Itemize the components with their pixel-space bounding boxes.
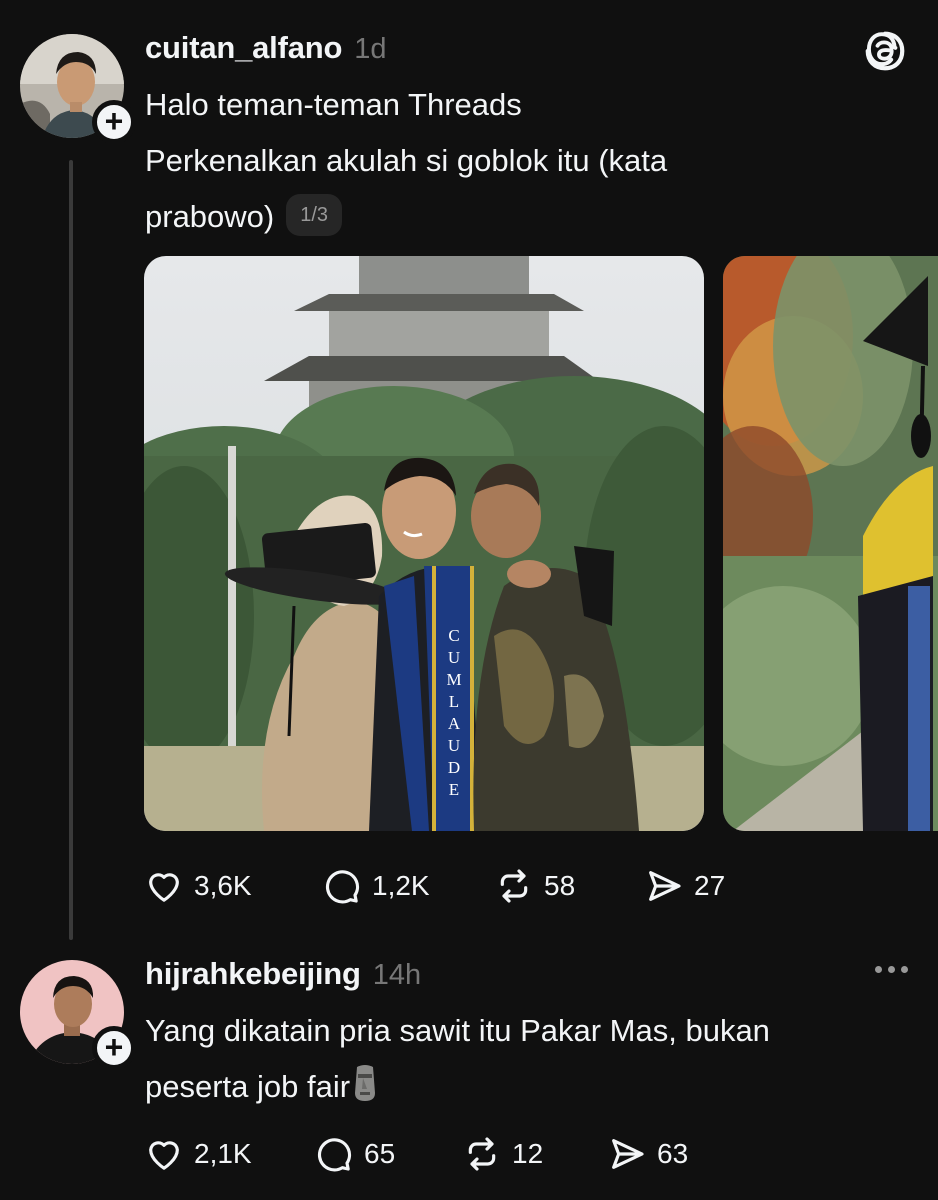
- repost-count: 12: [512, 1138, 544, 1169]
- post-text-line-last: peserta job fair: [145, 1059, 905, 1115]
- repost-button[interactable]: 58: [494, 866, 644, 906]
- share-count: 63: [657, 1138, 689, 1169]
- like-button[interactable]: 2,1K: [144, 1134, 314, 1174]
- paper-plane-icon: [612, 1139, 644, 1169]
- action-bar: 2,1K 65 12 63: [144, 1134, 688, 1174]
- avatar-container[interactable]: +: [20, 960, 136, 1070]
- speech-bubble-icon: [317, 1138, 352, 1172]
- post-header: hijrahkebeijing 14h: [145, 956, 421, 992]
- post-text-line: Yang dikatain pria sawit itu Pakar Mas, …: [145, 1013, 770, 1048]
- repost-arrows-icon: [468, 1137, 496, 1171]
- plus-icon: +: [104, 102, 124, 139]
- share-button[interactable]: 27: [644, 866, 725, 906]
- paper-plane-icon: [649, 871, 681, 901]
- avatar-container[interactable]: +: [20, 34, 136, 144]
- post-text: Yang dikatain pria sawit itu Pakar Mas, …: [145, 1003, 905, 1115]
- follow-button[interactable]: +: [92, 100, 136, 144]
- follow-button[interactable]: +: [92, 1026, 136, 1070]
- thread-post: + cuitan_alfano 1d Halo teman-teman Thre…: [0, 0, 938, 940]
- speech-bubble-icon: [325, 870, 360, 904]
- share-button[interactable]: 63: [607, 1134, 688, 1174]
- post-header: cuitan_alfano 1d: [145, 30, 387, 66]
- post-text-line: peserta job fair: [145, 1069, 351, 1104]
- carousel-image[interactable]: CUMLAUDE: [144, 256, 704, 831]
- post-text-line-last: prabowo) 1/3: [145, 189, 905, 245]
- repost-button[interactable]: 12: [462, 1134, 607, 1174]
- reply-count: 1,2K: [372, 870, 430, 901]
- carousel-image[interactable]: [723, 256, 938, 831]
- reply-button[interactable]: 65: [314, 1134, 462, 1174]
- timestamp: 14h: [372, 959, 422, 991]
- post-text-line: Halo teman-teman Threads: [145, 87, 522, 122]
- post-text-line: Perkenalkan akulah si goblok itu (kata: [145, 143, 668, 178]
- thread-connector-line: [69, 160, 73, 940]
- media-carousel[interactable]: CUMLAUDE: [144, 256, 938, 832]
- like-button[interactable]: 3,6K: [144, 866, 322, 906]
- like-count: 2,1K: [194, 1138, 252, 1169]
- like-count: 3,6K: [194, 870, 252, 901]
- plus-icon: +: [104, 1028, 124, 1065]
- username[interactable]: cuitan_alfano: [145, 30, 342, 66]
- more-dots-icon[interactable]: [875, 966, 908, 973]
- heart-icon: [149, 1141, 179, 1170]
- moai-emoji-icon: [355, 1065, 376, 1101]
- post-text: Halo teman-teman Threads Perkenalkan aku…: [145, 77, 905, 245]
- threads-logo-icon[interactable]: [862, 28, 908, 74]
- action-bar: 3,6K 1,2K 58 27: [144, 866, 725, 906]
- post-text-line: prabowo): [145, 199, 275, 234]
- repost-arrows-icon: [500, 869, 528, 903]
- share-count: 27: [694, 870, 726, 901]
- timestamp: 1d: [354, 33, 387, 65]
- repost-count: 58: [544, 870, 576, 901]
- username[interactable]: hijrahkebeijing: [145, 956, 361, 992]
- reply-button[interactable]: 1,2K: [322, 866, 494, 906]
- page-indicator: 1/3: [286, 193, 343, 236]
- heart-icon: [149, 873, 179, 902]
- reply-count: 65: [364, 1138, 396, 1169]
- reply-post: + hijrahkebeijing 14h Yang dikatain pria…: [0, 940, 938, 1200]
